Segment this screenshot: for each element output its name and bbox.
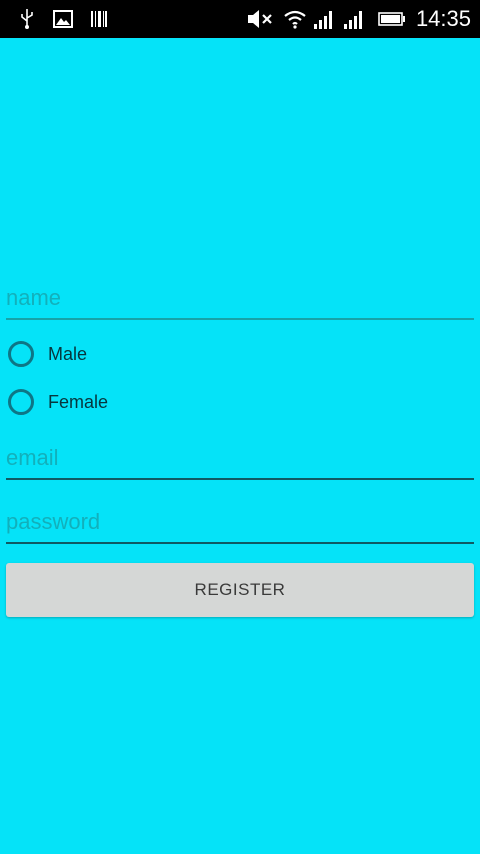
- signal-icon: [312, 0, 338, 38]
- radio-circle-icon[interactable]: [8, 341, 34, 367]
- register-form: Male Female REGISTER: [0, 38, 480, 854]
- name-input[interactable]: [6, 278, 474, 318]
- register-button[interactable]: REGISTER: [6, 563, 474, 617]
- battery-icon: [377, 0, 407, 38]
- wifi-icon: [282, 0, 308, 38]
- radio-label-male: Male: [48, 343, 88, 364]
- barcode-icon: [89, 0, 109, 38]
- gender-option-female[interactable]: Female: [8, 385, 108, 419]
- email-field-container: [6, 438, 474, 480]
- usb-icon: [18, 0, 36, 38]
- email-input[interactable]: [6, 438, 474, 478]
- gender-option-male[interactable]: Male: [8, 337, 87, 371]
- mute-icon: [245, 0, 275, 38]
- radio-circle-icon[interactable]: [8, 389, 34, 415]
- radio-label-female: Female: [48, 391, 109, 412]
- password-input[interactable]: [6, 502, 474, 542]
- name-field-container: [6, 278, 474, 320]
- password-field-container: [6, 502, 474, 544]
- image-icon: [52, 0, 74, 38]
- signal-icon: [342, 0, 368, 38]
- clock: 14:35: [415, 6, 471, 31]
- status-bar: 14:35: [0, 0, 480, 38]
